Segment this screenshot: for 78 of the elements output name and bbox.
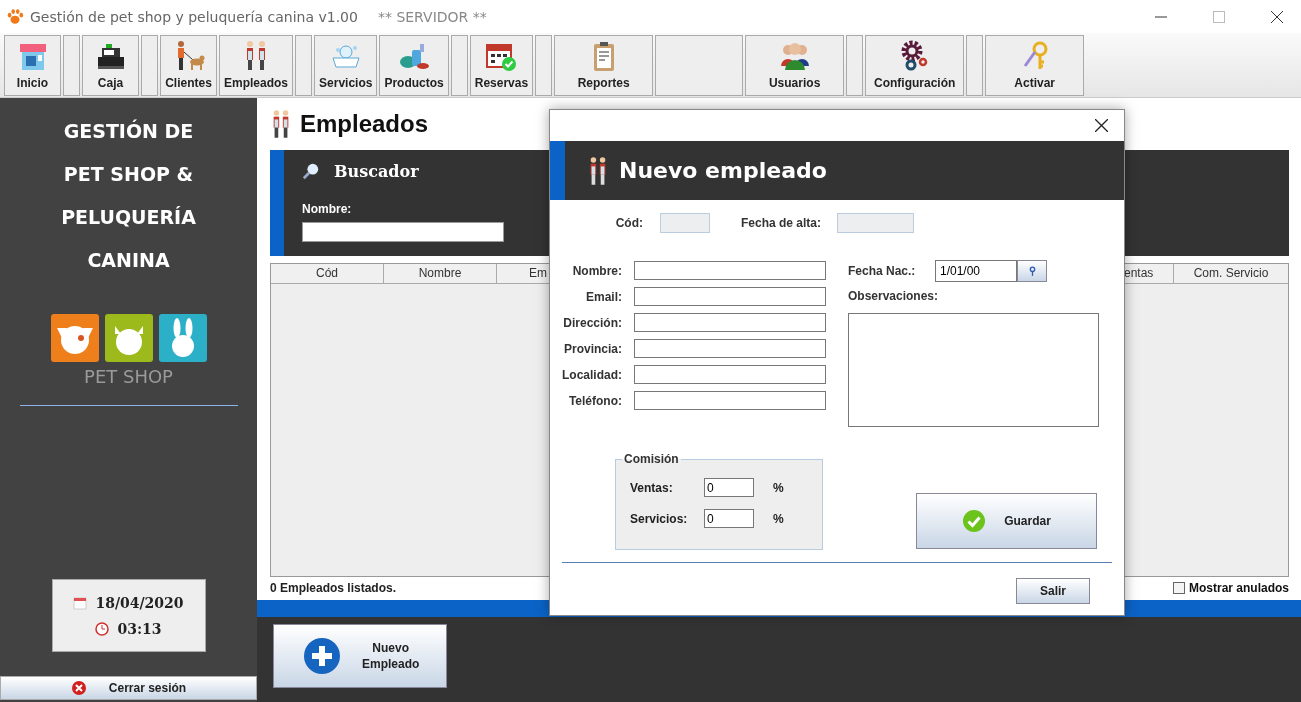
field-label: Email: [585, 289, 622, 304]
logo-text: PET SHOP [84, 366, 173, 387]
percent-sign: % [773, 511, 784, 526]
input-field[interactable] [634, 313, 826, 332]
pin-icon [1028, 265, 1036, 277]
time-text: 03:13 [117, 620, 162, 637]
toolbar-button[interactable]: Servicios [314, 35, 378, 96]
toolbar-button[interactable]: Activar [985, 35, 1085, 96]
toolbar-separator-button[interactable] [535, 35, 553, 96]
toolbar-button[interactable]: Usuarios [745, 35, 845, 96]
notes-label: Observaciones: [848, 289, 940, 303]
toolbar-separator-button[interactable] [141, 35, 158, 96]
date-label: Fecha de alta: [741, 216, 820, 230]
toolbar-button[interactable]: Caja [82, 35, 139, 96]
exit-button[interactable]: Salir [1016, 578, 1090, 604]
logout-button[interactable]: Cerrar sesión [0, 676, 257, 700]
input-field[interactable] [634, 261, 826, 280]
maximize-icon[interactable] [1213, 10, 1225, 23]
input-field[interactable] [634, 287, 826, 306]
toolbar-button[interactable]: Reportes [554, 35, 654, 96]
toolbar-button[interactable]: Configuración [865, 35, 965, 96]
pet-logo-icon [50, 314, 207, 362]
field-label: Localidad: [561, 367, 622, 382]
name-label: Nombre: [302, 202, 352, 216]
input-field[interactable] [634, 391, 826, 410]
code-label: Cód: [614, 216, 643, 230]
toolbar-button[interactable]: Clientes [160, 35, 217, 96]
toolbar-button[interactable]: Empleados [219, 35, 294, 96]
input-field[interactable] [634, 365, 826, 384]
commission-label: Ventas: [630, 480, 674, 495]
commission-title: Comisión [623, 452, 680, 466]
cancel-icon [70, 680, 87, 696]
checkbox[interactable] [1172, 582, 1185, 594]
app-heading: GESTIÓN DE PET SHOP & PELUQUERÍA CANINA [61, 118, 196, 273]
search-title: Buscador [334, 161, 419, 181]
toolbar-separator-button[interactable] [295, 35, 313, 96]
toolbar-separator-button[interactable] [63, 35, 80, 96]
birth-date-label: Fecha Nac.: [848, 264, 917, 278]
checkbox-label: Mostrar anulados [1188, 581, 1289, 595]
new-employee-button[interactable]: Nuevo Empleado [273, 624, 447, 688]
dialog-title: Nuevo empleado [619, 158, 827, 183]
notes-field[interactable] [848, 313, 1099, 427]
server-label: ** SERVIDOR ** [377, 8, 487, 25]
search-icon [302, 162, 320, 180]
toolbar-button[interactable]: Reservas [469, 35, 534, 96]
column-header[interactable]: Cód [271, 264, 384, 284]
window-title: Gestión de pet shop y peluquería canina v1.00 [30, 8, 358, 25]
status-text: 0 Empleados listados. [270, 581, 397, 595]
toolbar-separator-button[interactable] [966, 35, 984, 96]
save-button[interactable]: Guardar [916, 493, 1097, 549]
column-header[interactable]: Com. Servicio [1174, 264, 1288, 284]
toolbar-separator-button[interactable] [846, 35, 864, 96]
name-search-field[interactable] [302, 222, 504, 242]
clock-icon [95, 621, 110, 636]
field-label: Teléfono: [567, 393, 622, 408]
column-header[interactable]: Nombre [384, 264, 497, 284]
toolbar-button[interactable]: Inicio [4, 35, 61, 96]
users-icon [778, 40, 811, 72]
close-icon[interactable] [1271, 10, 1283, 23]
calendar-icon [73, 595, 88, 610]
date-text: 18/04/2020 [95, 594, 184, 611]
toolbar-separator-button[interactable] [450, 35, 468, 96]
close-icon[interactable] [1095, 119, 1108, 132]
field-label: Nombre: [571, 263, 622, 278]
toolbar-button[interactable]: Productos [379, 35, 449, 96]
percent-sign: % [773, 480, 784, 495]
page-title: Empleados [300, 110, 429, 138]
date-picker-button[interactable] [1017, 260, 1047, 282]
check-icon [962, 509, 987, 533]
input-field[interactable] [634, 339, 826, 358]
commission-field[interactable]: 0 [704, 509, 754, 528]
add-icon [304, 638, 340, 674]
commission-label: Servicios: [630, 511, 689, 526]
field-label: Dirección: [562, 315, 622, 330]
commission-field[interactable]: 0 [704, 478, 754, 497]
birth-date-field[interactable]: 1/01/00 [935, 260, 1017, 282]
field-label: Provincia: [562, 341, 622, 356]
paw-icon [6, 7, 24, 26]
